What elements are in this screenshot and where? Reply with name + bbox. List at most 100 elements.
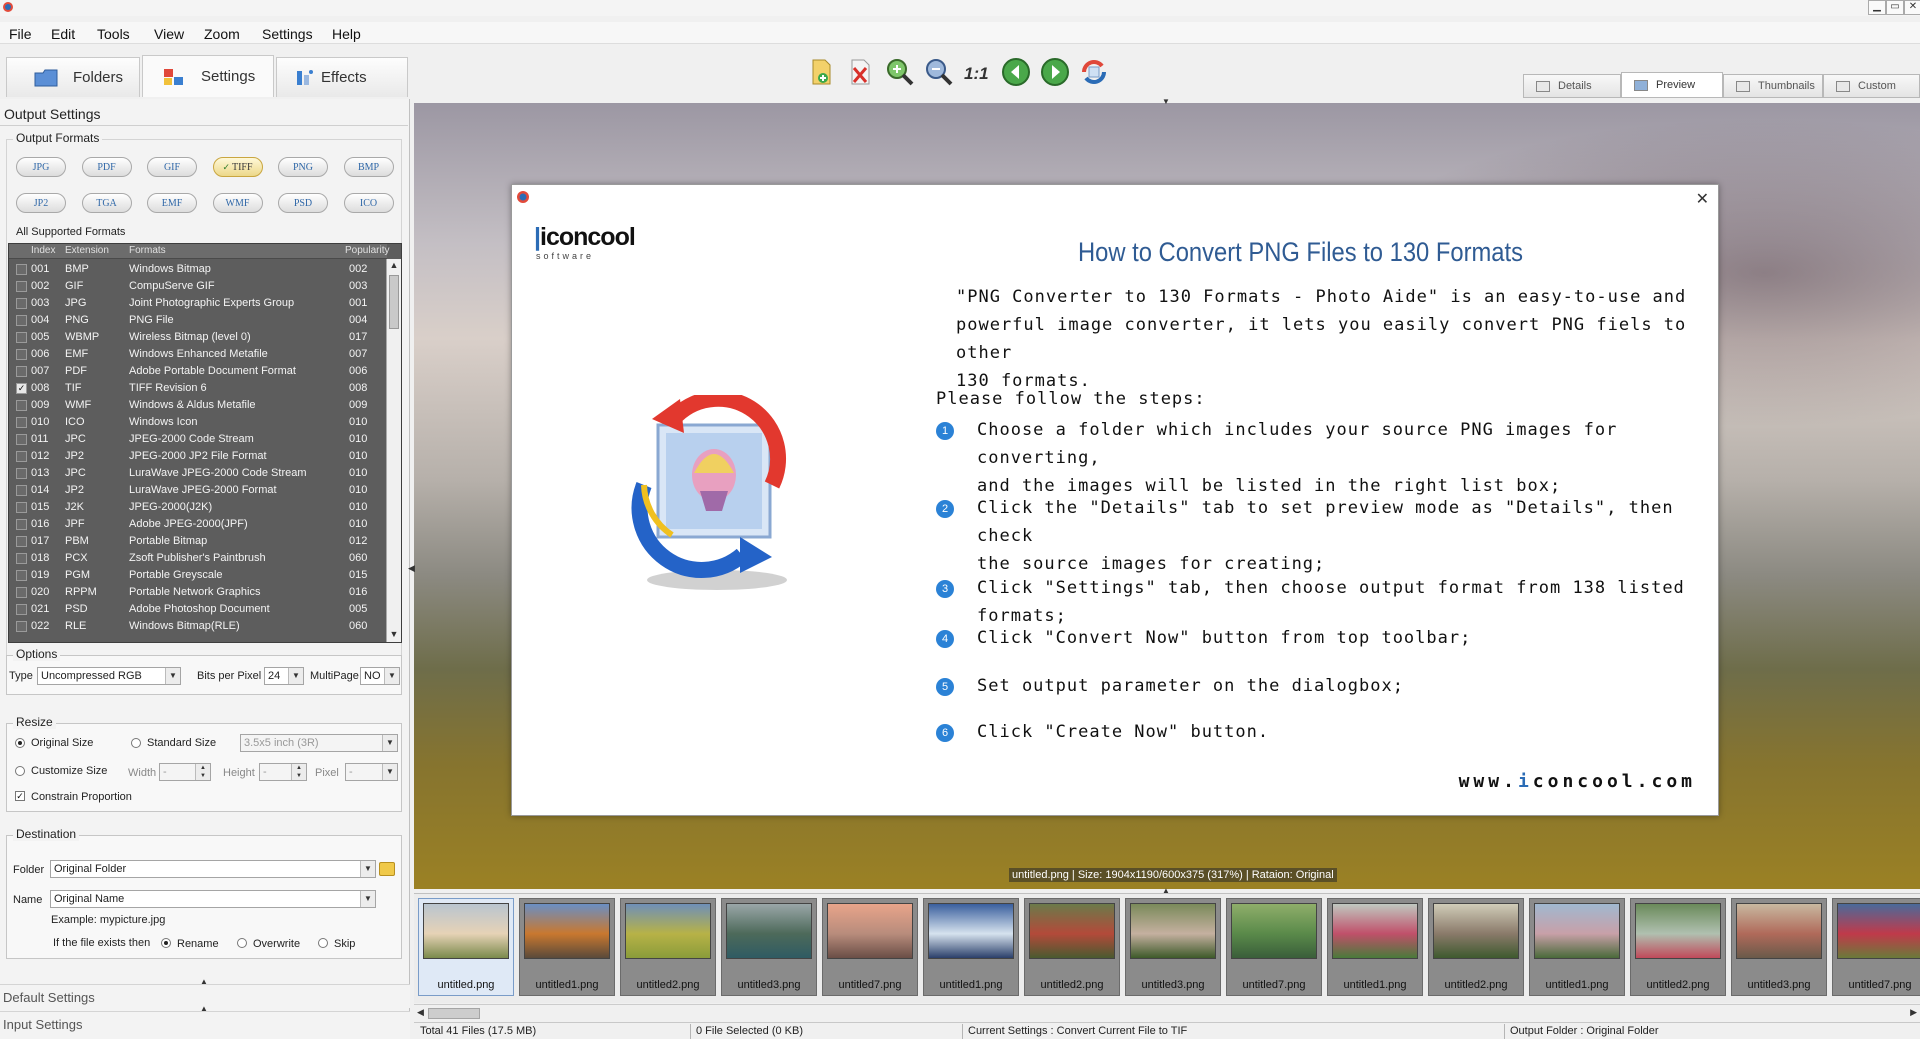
format-button-bmp[interactable]: BMP [343, 157, 394, 177]
convert-now-icon[interactable] [1078, 56, 1110, 88]
rename-radio[interactable] [161, 938, 171, 948]
type-select[interactable]: Uncompressed RGB ▼ [37, 667, 181, 685]
format-checkbox[interactable] [16, 604, 27, 615]
scroll-up-icon[interactable]: ▲ [389, 260, 399, 272]
format-checkbox[interactable] [16, 621, 27, 632]
format-checkbox[interactable] [16, 349, 27, 360]
format-row[interactable]: 020 RPPM Portable Network Graphics 016 [9, 584, 387, 601]
format-row[interactable]: 003 JPG Joint Photographic Experts Group 00… [9, 295, 387, 312]
format-checkbox[interactable] [16, 451, 27, 462]
format-checkbox[interactable] [16, 434, 27, 445]
thumbnail[interactable]: untitled7.png [822, 898, 918, 996]
format-checkbox[interactable] [16, 281, 27, 292]
height-input[interactable]: - ▲ ▼ [259, 763, 307, 781]
format-row[interactable]: 014 JP2 LuraWave JPEG-2000 Format 010 [9, 482, 387, 499]
tab-thumbnails[interactable]: Thumbnails [1723, 74, 1823, 98]
thumbnail[interactable]: untitled1.png [923, 898, 1019, 996]
format-button-tiff[interactable]: ✓ TIFF [212, 157, 263, 177]
tab-custom[interactable]: Custom [1823, 74, 1920, 98]
menu-edit[interactable]: Edit [51, 26, 75, 42]
format-row[interactable]: 016 JPF Adobe JPEG-2000(JPF) 010 [9, 516, 387, 533]
format-row[interactable]: 015 J2K JPEG-2000(J2K) 010 [9, 499, 387, 516]
format-button-jpg[interactable]: JPG [16, 157, 66, 177]
thumbnail[interactable]: untitled.png [418, 898, 514, 996]
tab-settings[interactable]: Settings [142, 55, 274, 97]
thumbnail[interactable]: untitled3.png [721, 898, 817, 996]
scroll-left-icon[interactable]: ◀ [417, 1007, 424, 1018]
minimize-button[interactable]: ▁ [1868, 0, 1886, 15]
format-checkbox[interactable] [16, 468, 27, 479]
format-checkbox[interactable] [16, 417, 27, 428]
close-window-button[interactable]: ✕ [1904, 0, 1920, 15]
format-row[interactable]: 010 ICO Windows Icon 010 [9, 414, 387, 431]
scroll-thumb[interactable] [428, 1008, 480, 1019]
folder-select[interactable]: Original Folder ▼ [50, 860, 376, 878]
menu-view[interactable]: View [154, 26, 184, 42]
original-size-radio[interactable] [15, 738, 25, 748]
close-icon[interactable]: ✕ [1696, 189, 1709, 209]
width-input[interactable]: - ▲ ▼ [159, 763, 211, 781]
zoom-in-icon[interactable] [883, 56, 915, 88]
format-row[interactable]: 012 JP2 JPEG-2000 JP2 File Format 010 [9, 448, 387, 465]
scroll-down-icon[interactable]: ▼ [389, 629, 399, 641]
format-row[interactable]: 022 RLE Windows Bitmap(RLE) 060 [9, 618, 387, 635]
format-row[interactable]: 005 WBMP Wireless Bitmap (level 0) 017 [9, 329, 387, 346]
thumbnail-scrollbar[interactable]: ◀ ▶ [414, 1004, 1920, 1021]
delete-file-icon[interactable] [844, 56, 876, 88]
format-row[interactable]: 004 PNG PNG File 004 [9, 312, 387, 329]
browse-folder-icon[interactable] [379, 862, 395, 876]
standard-size-select[interactable]: 3.5x5 inch (3R) ▼ [240, 734, 398, 752]
format-button-tga[interactable]: TGA [81, 193, 132, 213]
thumbnail[interactable]: untitled1.png [519, 898, 615, 996]
thumbnail[interactable]: untitled1.png [1327, 898, 1423, 996]
tab-folders[interactable]: Folders [6, 57, 140, 97]
format-row[interactable]: 018 PCX Zsoft Publisher's Paintbrush 060 [9, 550, 387, 567]
format-row[interactable]: 011 JPC JPEG-2000 Code Stream 010 [9, 431, 387, 448]
next-icon[interactable] [1039, 56, 1071, 88]
format-checkbox[interactable] [16, 315, 27, 326]
name-select[interactable]: Original Name ▼ [50, 890, 376, 908]
stepper-icon[interactable]: ▲ ▼ [291, 764, 306, 780]
tab-effects[interactable]: Effects [276, 57, 408, 97]
standard-size-radio[interactable] [131, 738, 141, 748]
thumbnail[interactable]: untitled2.png [1024, 898, 1120, 996]
header-extension[interactable]: Extension [65, 245, 109, 256]
format-checkbox[interactable] [16, 298, 27, 309]
format-button-ico[interactable]: ICO [343, 193, 394, 213]
format-row[interactable]: 001 BMP Windows Bitmap 002 [9, 261, 387, 278]
menu-zoom[interactable]: Zoom [204, 26, 240, 42]
multipage-select[interactable]: NO ▼ [360, 667, 400, 685]
format-button-png[interactable]: PNG [278, 157, 328, 177]
format-checkbox[interactable] [16, 485, 27, 496]
format-row[interactable]: 006 EMF Windows Enhanced Metafile 007 [9, 346, 387, 363]
format-checkbox[interactable] [16, 570, 27, 581]
format-list[interactable]: Index Extension Formats Popularity 001 BM… [8, 243, 402, 643]
previous-icon[interactable] [1000, 56, 1032, 88]
thumbnail[interactable]: untitled7.png [1832, 898, 1920, 996]
format-button-emf[interactable]: EMF [147, 193, 197, 213]
format-checkbox[interactable] [16, 553, 27, 564]
format-row[interactable]: 019 PGM Portable Greyscale 015 [9, 567, 387, 584]
format-button-wmf[interactable]: WMF [212, 193, 263, 213]
format-checkbox[interactable] [16, 519, 27, 530]
preview-top-grip-icon[interactable]: ▼ [1162, 97, 1170, 106]
thumbnail[interactable]: untitled2.png [1428, 898, 1524, 996]
scroll-right-icon[interactable]: ▶ [1910, 1007, 1917, 1018]
format-button-psd[interactable]: PSD [278, 193, 328, 213]
format-checkbox[interactable] [16, 264, 27, 275]
panel-splitter-icon[interactable]: ◀ [408, 563, 415, 574]
tab-preview[interactable]: Preview [1621, 72, 1723, 98]
format-checkbox[interactable] [16, 587, 27, 598]
skip-radio[interactable] [318, 938, 328, 948]
thumbnail[interactable]: untitled2.png [1630, 898, 1726, 996]
format-checkbox[interactable] [16, 400, 27, 411]
header-popularity[interactable]: Popularity [345, 245, 389, 256]
format-row[interactable]: 007 PDF Adobe Portable Document Format 006 [9, 363, 387, 380]
stepper-icon[interactable]: ▲ ▼ [195, 764, 210, 780]
format-checkbox[interactable] [16, 366, 27, 377]
pixel-select[interactable]: - ▼ [345, 763, 398, 781]
input-settings-section[interactable]: Input Settings [0, 1011, 410, 1039]
menu-file[interactable]: File [9, 26, 32, 42]
header-index[interactable]: Index [31, 245, 55, 256]
scroll-thumb[interactable] [389, 275, 399, 329]
